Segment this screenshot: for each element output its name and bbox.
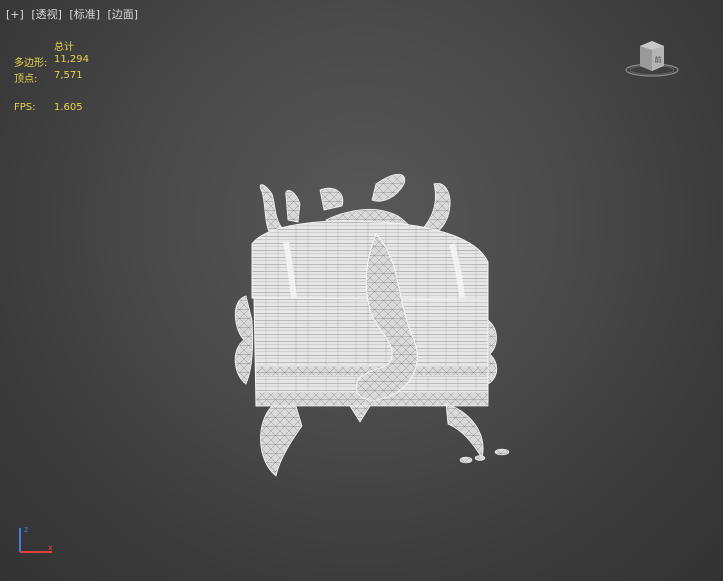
- stats-polygons-label: 多边形:: [14, 58, 48, 69]
- stats-header: 总计: [54, 42, 74, 53]
- chest-left-ornament: [234, 295, 254, 385]
- viewcube-icon[interactable]: 前: [624, 36, 680, 82]
- viewport-shading-menu[interactable]: [标准]: [69, 8, 100, 21]
- x-axis-letter: x: [48, 543, 53, 552]
- stats-polygons-value: 11,294: [54, 54, 89, 65]
- axis-tripod-icon: z x: [19, 525, 53, 553]
- z-axis-letter: z: [24, 525, 28, 534]
- chest-right-ornament: [487, 319, 498, 385]
- 3d-viewport[interactable]: [+] [透视] [标准] [边面] 总计 多边形: 11,294 顶点: 7,…: [0, 0, 723, 581]
- viewport-plus-menu[interactable]: [+]: [6, 8, 24, 21]
- viewcube-face-label: 前: [655, 55, 662, 64]
- viewport-label-menu: [+] [透视] [标准] [边面]: [6, 6, 142, 22]
- stats-vertices-value: 7,571: [54, 70, 83, 81]
- stats-fps-value: 1.605: [54, 102, 83, 113]
- viewcube-left-face[interactable]: [640, 46, 652, 71]
- viewport-display-menu[interactable]: [边面]: [108, 8, 139, 21]
- chest-feet: [260, 403, 484, 477]
- wireframe-model-chest[interactable]: [226, 170, 516, 480]
- stats-fps-label: FPS:: [14, 102, 36, 113]
- stats-vertices-label: 顶点:: [14, 74, 38, 85]
- scattered-coins: [459, 448, 510, 464]
- viewport-view-menu[interactable]: [透视]: [31, 8, 62, 21]
